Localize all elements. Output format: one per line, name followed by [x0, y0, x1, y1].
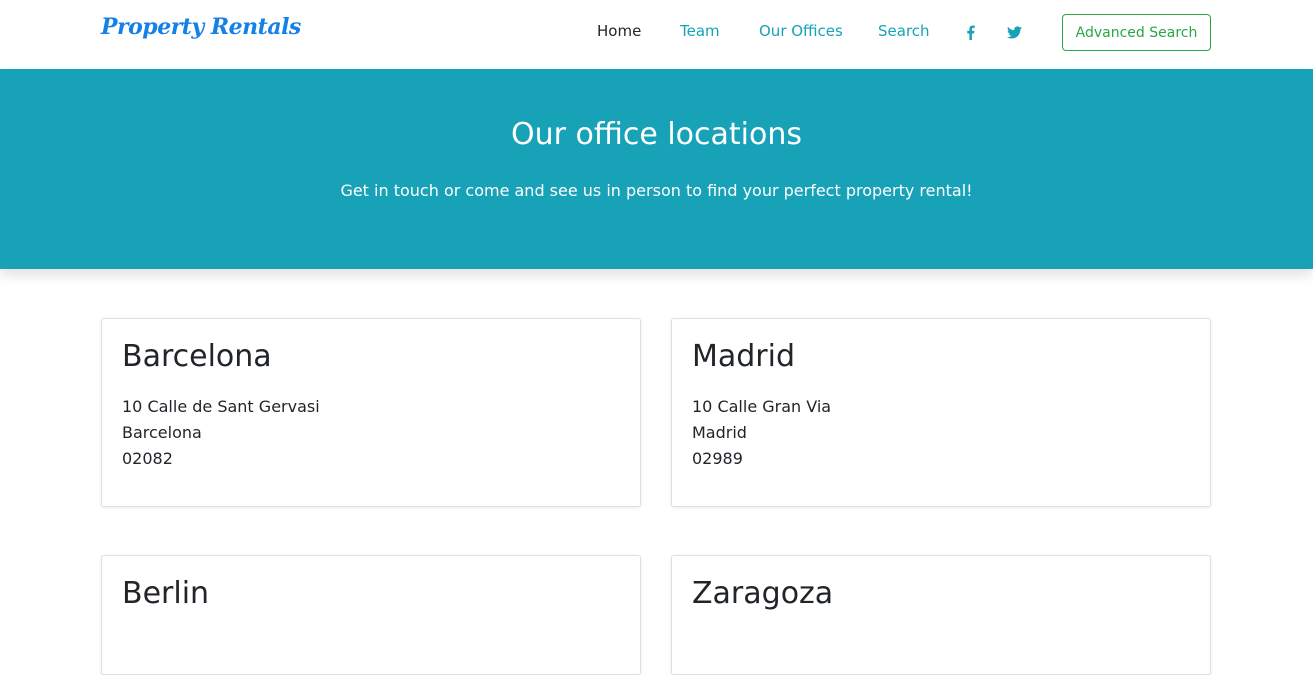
office-town: Barcelona [122, 423, 202, 442]
office-city: Madrid [692, 339, 796, 374]
office-town: Madrid [692, 423, 747, 442]
nav-link-our-offices[interactable]: Our Offices [759, 22, 843, 40]
brand-logo[interactable]: Property Rentals [101, 14, 301, 40]
office-card-zaragoza: Zaragoza [671, 555, 1211, 675]
office-street: 10 Calle de Sant Gervasi [122, 397, 320, 416]
office-city: Berlin [122, 576, 210, 611]
office-card-barcelona: Barcelona 10 Calle de Sant Gervasi Barce… [101, 318, 641, 507]
office-postcode: 02082 [122, 449, 173, 468]
office-address: 10 Calle Gran Via Madrid 02989 [692, 394, 831, 472]
office-city: Zaragoza [692, 576, 834, 611]
nav-link-team[interactable]: Team [680, 22, 720, 40]
hero-banner: Our office locations Get in touch or com… [0, 69, 1313, 269]
page-subtitle: Get in touch or come and see us in perso… [340, 181, 973, 200]
office-card-madrid: Madrid 10 Calle Gran Via Madrid 02989 [671, 318, 1211, 507]
page-title: Our office locations [510, 117, 802, 152]
nav-link-home[interactable]: Home [597, 22, 641, 40]
facebook-icon[interactable] [960, 22, 980, 42]
twitter-icon[interactable] [1004, 22, 1024, 42]
office-address: 10 Calle de Sant Gervasi Barcelona 02082 [122, 394, 320, 472]
office-city: Barcelona [122, 339, 272, 374]
advanced-search-button[interactable]: Advanced Search [1062, 14, 1211, 51]
office-postcode: 02989 [692, 449, 743, 468]
top-navbar: Property Rentals Home Team Our Offices S… [0, 0, 1313, 69]
office-card-berlin: Berlin [101, 555, 641, 675]
office-street: 10 Calle Gran Via [692, 397, 832, 416]
nav-link-search[interactable]: Search [878, 22, 930, 40]
